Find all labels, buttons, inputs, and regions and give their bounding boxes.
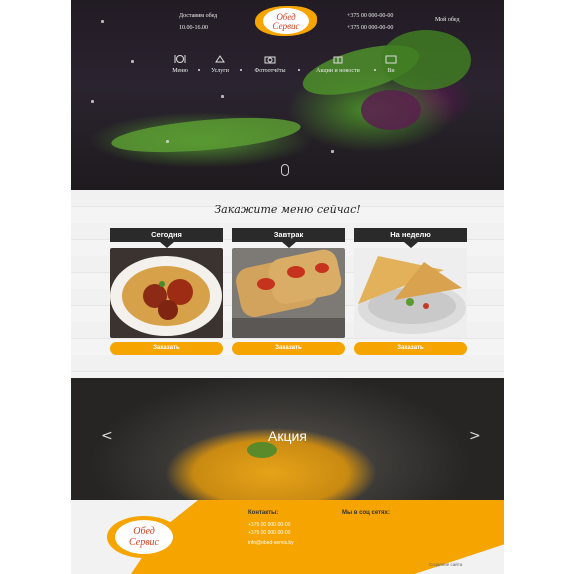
speck [101, 20, 104, 23]
contact-line[interactable]: info@obed-servis.by [248, 540, 294, 546]
menu-card-breakfast: Завтрак Заказать [232, 228, 345, 356]
food-image-flatbread [232, 248, 345, 338]
nav-separator [198, 69, 200, 71]
footer-logo[interactable]: Обед Сервис [107, 514, 181, 558]
social-title: Мы в соц сетях: [342, 510, 390, 516]
nav-item-menu[interactable]: Меню [167, 54, 193, 74]
site-logo[interactable]: Обед Сервис [251, 4, 321, 38]
nav-separator [298, 69, 300, 71]
next-arrow-icon[interactable]: > [469, 428, 481, 444]
nav-separator [374, 69, 376, 71]
speck [131, 60, 134, 63]
credit-link[interactable]: Создание сайта [429, 562, 462, 567]
nav-label: Акции и новости [316, 68, 360, 74]
menu-card-today: Сегодня Заказать [110, 228, 223, 356]
food-image-quesadilla [354, 248, 467, 338]
card-header: На неделю [354, 228, 467, 242]
page: Доставим обед 10.00-16.00 Обед Сервис +3… [71, 0, 504, 574]
nav-item-photos[interactable]: Фотоотчёты [247, 54, 293, 74]
speck [91, 100, 94, 103]
video-icon [385, 54, 397, 64]
account-link[interactable]: Мой обед [435, 17, 460, 23]
nav-label: Ви [387, 68, 395, 74]
contacts-title: Контакты: [248, 510, 279, 516]
herb-decoration [361, 90, 421, 130]
nav-separator [240, 69, 242, 71]
food-image-spaghetti [110, 248, 223, 338]
delivery-info: Доставим обед 10.00-16.00 [179, 10, 217, 34]
order-button[interactable]: Заказать [110, 342, 223, 355]
delivery-label: Доставим обед [179, 13, 218, 19]
delivery-hours: 10.00-16.00 [179, 25, 208, 31]
nav-label: Услуги [211, 68, 229, 74]
card-header: Завтрак [232, 228, 345, 242]
herb-decoration [110, 111, 302, 159]
menu-card-week: На неделю Заказать [354, 228, 467, 356]
speck [221, 95, 224, 98]
nav-item-video[interactable]: Ви [379, 54, 403, 74]
order-section: Закажите меню сейчас! Сегодня Заказать З… [71, 190, 504, 378]
card-header: Сегодня [110, 228, 223, 242]
order-button[interactable]: Заказать [232, 342, 345, 355]
phone-1[interactable]: +375 00 000-00-00 [347, 10, 393, 22]
contact-line[interactable]: +375 00 000-00-00 [248, 522, 290, 528]
speck [331, 150, 334, 153]
scroll-mouse-icon[interactable] [281, 164, 289, 176]
garnish-decoration [247, 442, 277, 458]
site-footer: Обед Сервис Контакты: Мы в соц сетях: +3… [71, 500, 504, 574]
nav-label: Меню [172, 68, 188, 74]
camera-icon [264, 54, 276, 64]
phone-block: +375 00 000-00-00 +375 00 000-00-00 [347, 10, 393, 34]
logo-text-2: Сервис [272, 21, 300, 31]
logo-text-2: Сервис [129, 537, 159, 548]
hero-banner: Доставим обед 10.00-16.00 Обед Сервис +3… [71, 0, 504, 190]
speck [166, 140, 169, 143]
nav-item-services[interactable]: Услуги [205, 54, 235, 74]
contact-line[interactable]: +375 00 000-00-00 [248, 530, 290, 536]
service-icon [214, 54, 226, 64]
logo-text-1: Обед [133, 526, 155, 537]
gift-icon [332, 54, 344, 64]
order-title: Закажите меню сейчас! [214, 203, 361, 216]
order-button[interactable]: Заказать [354, 342, 467, 355]
nav-item-promos[interactable]: Акции и новости [305, 54, 371, 74]
nav-label: Фотоотчёты [254, 68, 286, 74]
phone-2[interactable]: +375 00 000-00-00 [347, 22, 393, 34]
main-nav: Меню Услуги Фотоотчёты Акции и новости В… [167, 54, 417, 80]
promo-slider: < Акция > [71, 378, 504, 500]
cutlery-icon [174, 54, 186, 64]
promo-title: Акция [268, 428, 307, 444]
